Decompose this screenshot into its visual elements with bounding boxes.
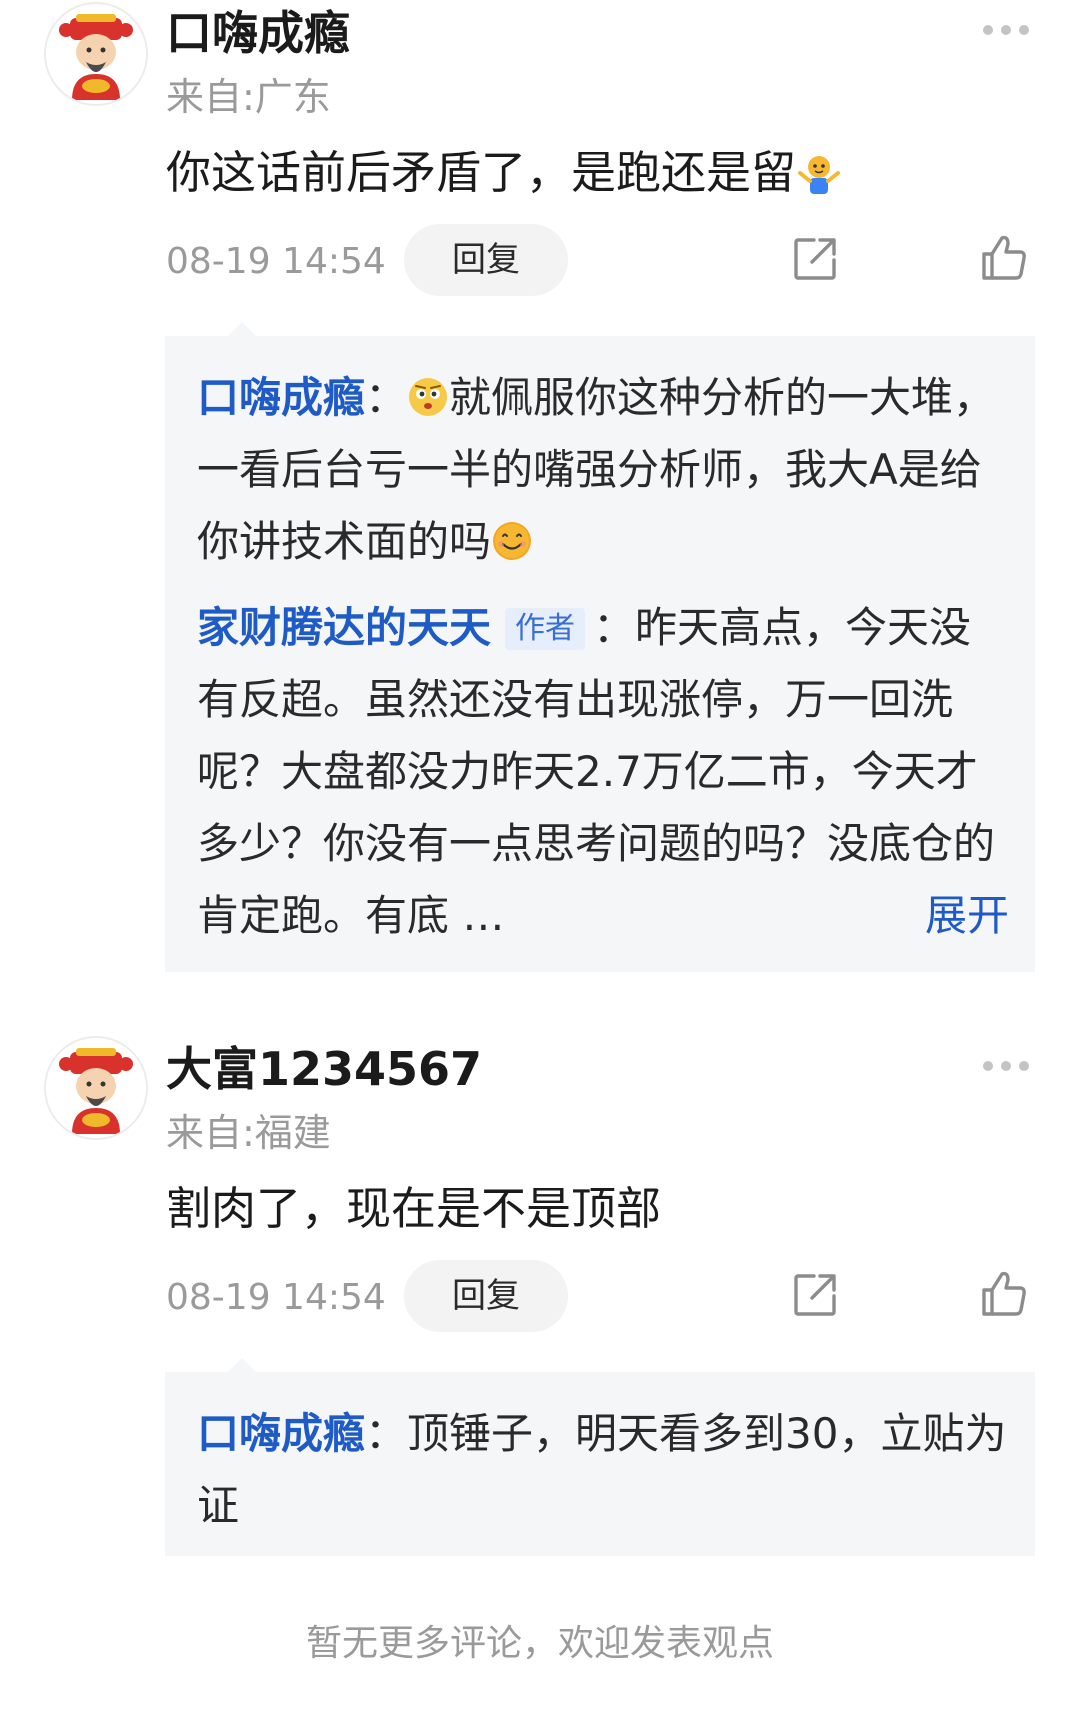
avatar[interactable] <box>44 1036 148 1140</box>
sub-reply[interactable]: 口嗨成瘾：顶锤子，明天看多到30，立贴为证 <box>197 1398 1009 1542</box>
username[interactable]: 口嗨成瘾 <box>166 10 350 56</box>
location-label: 来自:广东 <box>166 75 331 119</box>
sub-reply-separator: ： <box>593 603 636 652</box>
expand-link[interactable]: 展开 <box>925 880 1009 952</box>
comment-timestamp: 08-19 14:54 <box>166 1277 386 1318</box>
location-label: 来自:福建 <box>166 1111 331 1155</box>
reply-box-pointer <box>228 322 256 336</box>
no-more-comments-text: 暂无更多评论，欢迎发表观点 <box>305 1623 774 1664</box>
fortune-god-avatar-icon <box>46 4 146 104</box>
shrug-emoji-icon <box>798 156 841 194</box>
reply-button[interactable]: 回复 <box>404 1260 568 1332</box>
thinking-face-emoji-icon <box>409 378 448 416</box>
sub-reply-username[interactable]: 口嗨成瘾 <box>197 373 365 422</box>
fortune-god-avatar-icon <box>46 1038 146 1138</box>
sub-reply-separator: ： <box>365 1409 408 1458</box>
sub-reply-username[interactable]: 家财腾达的天天 <box>197 603 491 652</box>
more-options-icon[interactable] <box>980 20 1032 40</box>
thumbs-up-icon[interactable] <box>980 1270 1028 1318</box>
reply-thread: 口嗨成瘾： 就佩服你这种分析的一大堆，一看后台亏一半的嘴强分析师，我大A是给你讲… <box>165 336 1035 972</box>
share-icon[interactable] <box>792 236 838 282</box>
comment-timestamp: 08-19 14:54 <box>166 241 386 282</box>
thumbs-up-icon[interactable] <box>980 234 1028 282</box>
share-icon[interactable] <box>792 1272 838 1318</box>
sub-reply[interactable]: 家财腾达的天天 作者 ：昨天高点，今天没有反超。虽然还没有出现涨停，万一回洗呢？大盘… <box>197 592 1009 952</box>
reply-button[interactable]: 回复 <box>404 224 568 296</box>
more-options-icon[interactable] <box>980 1056 1032 1076</box>
smile-emoji-icon <box>493 522 532 560</box>
sub-reply-separator: ： <box>365 373 408 422</box>
comment-text: 割肉了，现在是不是顶部 <box>166 1182 662 1235</box>
reply-box-pointer <box>228 1358 256 1372</box>
author-badge: 作者 <box>505 608 586 650</box>
reply-thread: 口嗨成瘾：顶锤子，明天看多到30，立贴为证 <box>165 1372 1035 1556</box>
sub-reply-text: 昨天高点，今天没有反超。虽然还没有出现涨停，万一回洗呢？大盘都没力昨天2.7万亿… <box>197 603 996 940</box>
avatar[interactable] <box>44 2 148 106</box>
comment-text: 你这话前后矛盾了，是跑还是留 <box>166 150 842 199</box>
username[interactable]: 大富1234567 <box>166 1046 482 1092</box>
sub-reply-username[interactable]: 口嗨成瘾 <box>197 1409 365 1458</box>
sub-reply[interactable]: 口嗨成瘾： 就佩服你这种分析的一大堆，一看后台亏一半的嘴强分析师，我大A是给你讲… <box>197 362 1009 578</box>
comment-body: 你这话前后矛盾了，是跑还是留 <box>166 146 797 199</box>
